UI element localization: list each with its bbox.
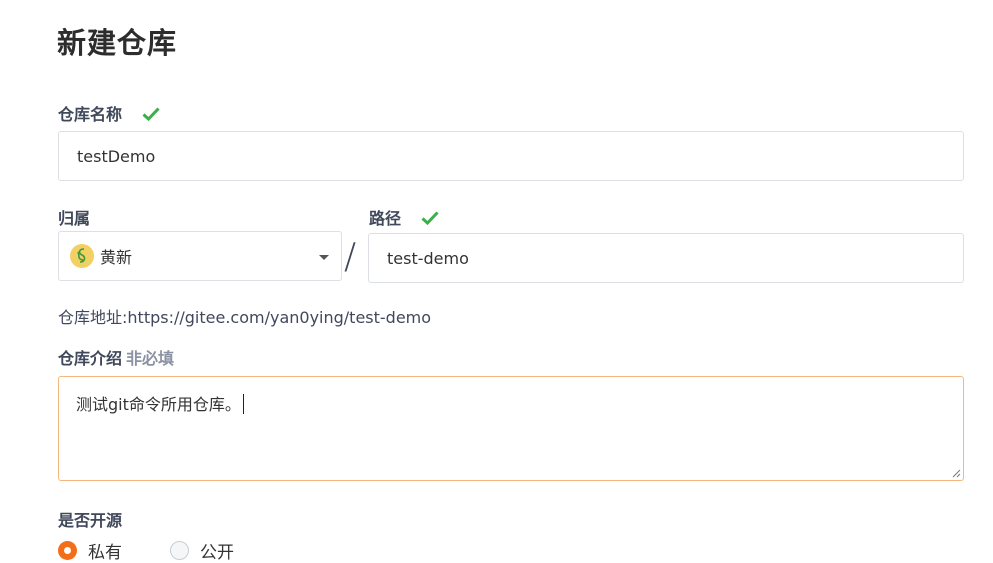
owner-label: 归属 [58,209,91,228]
radio-public-circle[interactable] [170,541,189,560]
radio-public-label: 公开 [200,543,234,563]
repo-name-input[interactable]: testDemo [58,131,964,181]
radio-private-label: 私有 [88,543,122,563]
optional-hint: 非必填 [126,349,175,368]
page-title: 新建仓库 [57,26,178,60]
radio-public[interactable]: 公开 [170,538,234,563]
path-input[interactable]: test-demo [368,233,964,283]
path-separator: / [344,236,357,277]
description-label-text: 仓库介绍 [58,349,123,368]
repo-url-prefix: 仓库地址: [58,308,128,327]
check-icon [421,210,439,225]
chevron-down-icon [319,255,329,260]
radio-private-circle[interactable] [58,541,77,560]
visibility-label: 是否开源 [58,511,123,530]
repo-url: 仓库地址:https://gitee.com/yan0ying/test-dem… [58,304,431,328]
path-label-text: 路径 [369,209,402,228]
description-textarea[interactable]: 测试git命令所用仓库。 [58,376,964,481]
visibility-radio-group: 私有 公开 [58,538,234,563]
owner-select[interactable]: 黄新 [58,231,342,281]
description-label: 仓库介绍 非必填 [58,345,174,369]
text-cursor [242,394,244,414]
repo-name-label-text: 仓库名称 [58,105,123,124]
description-value: 测试git命令所用仓库。 [76,395,241,414]
avatar-signature-icon [77,248,86,263]
repo-name-value: testDemo [77,146,156,166]
resize-grip-icon[interactable] [951,468,961,478]
check-icon [142,106,160,121]
repo-url-value: https://gitee.com/yan0ying/test-demo [127,308,432,327]
radio-private[interactable]: 私有 [58,538,122,563]
avatar [70,244,94,268]
repo-name-label: 仓库名称 [58,101,160,125]
path-value: test-demo [387,248,469,268]
owner-value: 黄新 [100,248,133,267]
path-label: 路径 [369,205,439,229]
